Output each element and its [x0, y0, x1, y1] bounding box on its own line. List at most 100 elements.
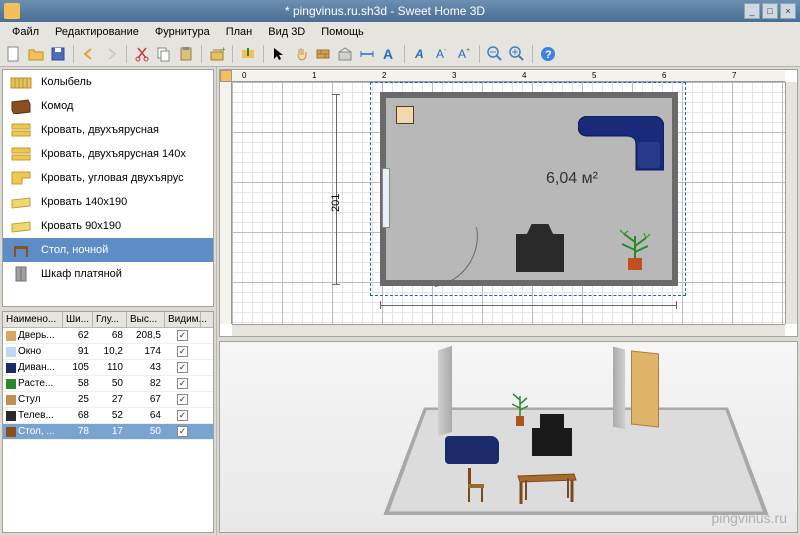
catalog-item-label: Кровать, двухъярусная 140x [41, 148, 186, 160]
add-furniture-button[interactable]: + [207, 44, 227, 64]
text-smaller-button[interactable]: A- [432, 44, 452, 64]
text-bigger-button[interactable]: A+ [454, 44, 474, 64]
furniture-catalog[interactable]: Колыбель Комод Кровать, двухъярусная Кро… [2, 69, 214, 307]
sofa-plan-item[interactable] [578, 116, 664, 172]
svg-text:+: + [466, 47, 470, 54]
table-row[interactable]: Стул 25 27 67 ✓ [3, 392, 213, 408]
tv-3d[interactable] [532, 428, 572, 456]
dimension-tool[interactable] [357, 44, 377, 64]
dimension-tick [332, 94, 340, 95]
visible-checkbox[interactable]: ✓ [177, 346, 188, 357]
dimension-line[interactable] [380, 305, 676, 306]
view-3d[interactable]: pingvinus.ru [219, 341, 798, 533]
col-height[interactable]: Выс... [127, 312, 165, 327]
window-plan-item[interactable] [382, 168, 390, 228]
chair-plan-item[interactable] [396, 106, 414, 124]
svg-text:A: A [383, 46, 393, 62]
menu-view3d[interactable]: Вид 3D [260, 24, 313, 40]
table-3d[interactable] [514, 472, 578, 506]
visible-checkbox[interactable]: ✓ [177, 362, 188, 373]
catalog-item[interactable]: Кровать 140x190 [3, 190, 213, 214]
menu-furniture[interactable]: Фурнитура [147, 24, 218, 40]
catalog-item[interactable]: Колыбель [3, 70, 213, 94]
catalog-item[interactable]: Комод [3, 94, 213, 118]
text-tool[interactable]: A [379, 44, 399, 64]
table-row[interactable]: Диван... 105 110 43 ✓ [3, 360, 213, 376]
maximize-button[interactable]: □ [762, 3, 778, 19]
cut-button[interactable] [132, 44, 152, 64]
catalog-item-label: Шкаф платяной [41, 268, 122, 280]
wall-right-3d [613, 347, 625, 430]
col-depth[interactable]: Глу... [93, 312, 127, 327]
plant-3d[interactable] [510, 390, 530, 426]
wall-left-3d [438, 346, 452, 437]
catalog-item[interactable]: Кровать 90x190 [3, 214, 213, 238]
import-button[interactable] [238, 44, 258, 64]
svg-text:A: A [436, 47, 444, 61]
new-button[interactable] [4, 44, 24, 64]
catalog-item[interactable]: Кровать, двухъярусная [3, 118, 213, 142]
bunk-bed-icon [9, 121, 33, 139]
catalog-item[interactable]: Стол, ночной [3, 238, 213, 262]
window-icon [6, 347, 16, 357]
catalog-item[interactable]: Шкаф платяной [3, 262, 213, 286]
table-row[interactable]: Дверь... 62 68 208,5 ✓ [3, 328, 213, 344]
menu-help[interactable]: Помощь [313, 24, 372, 40]
wardrobe-icon [9, 265, 33, 283]
catalog-item-label: Стол, ночной [41, 244, 108, 256]
open-button[interactable] [26, 44, 46, 64]
undo-button[interactable] [79, 44, 99, 64]
room-tool[interactable] [335, 44, 355, 64]
scrollbar-vertical[interactable] [785, 82, 797, 324]
ruler-vertical [220, 82, 232, 324]
menu-bar: Файл Редактирование Фурнитура План Вид 3… [0, 22, 800, 41]
zoom-in-button[interactable] [507, 44, 527, 64]
dimension-tick [676, 301, 677, 309]
sofa-3d[interactable] [445, 436, 499, 464]
col-width[interactable]: Ши... [63, 312, 93, 327]
minimize-button[interactable]: _ [744, 3, 760, 19]
catalog-item-label: Кровать 140x190 [41, 196, 127, 208]
pan-tool[interactable] [291, 44, 311, 64]
door-plan-item[interactable] [426, 227, 486, 287]
visible-checkbox[interactable]: ✓ [177, 426, 188, 437]
ruler-origin[interactable] [220, 70, 232, 82]
room[interactable] [380, 92, 678, 286]
help-button[interactable]: ? [538, 44, 558, 64]
menu-plan[interactable]: План [218, 24, 261, 40]
zoom-out-button[interactable] [485, 44, 505, 64]
scrollbar-horizontal[interactable] [232, 324, 785, 336]
visible-checkbox[interactable]: ✓ [177, 394, 188, 405]
catalog-item[interactable]: Кровать, двухъярусная 140x [3, 142, 213, 166]
plan-view[interactable]: 6,04 м² 201 0 1 2 3 4 5 6 7 [219, 69, 798, 337]
visible-checkbox[interactable]: ✓ [177, 378, 188, 389]
paste-button[interactable] [176, 44, 196, 64]
table-icon [6, 427, 16, 437]
col-name[interactable]: Наимено... [3, 312, 63, 327]
door-3d[interactable] [631, 351, 659, 428]
text-bold-button[interactable]: A [410, 44, 430, 64]
close-button[interactable]: × [780, 3, 796, 19]
copy-button[interactable] [154, 44, 174, 64]
catalog-item[interactable]: Кровать, угловая двухъярус [3, 166, 213, 190]
col-visible[interactable]: Видим... [165, 312, 201, 327]
visible-checkbox[interactable]: ✓ [177, 410, 188, 421]
table-row[interactable]: Расте... 58 50 82 ✓ [3, 376, 213, 392]
select-tool[interactable] [269, 44, 289, 64]
furniture-table[interactable]: Наимено... Ши... Глу... Выс... Видим... … [2, 311, 214, 533]
catalog-item-label: Кровать, угловая двухъярус [41, 172, 184, 184]
menu-edit[interactable]: Редактирование [47, 24, 147, 40]
menu-file[interactable]: Файл [4, 24, 47, 40]
table-row[interactable]: Телев... 68 52 64 ✓ [3, 408, 213, 424]
save-button[interactable] [48, 44, 68, 64]
plant-plan-item[interactable] [616, 228, 654, 270]
wall-tool[interactable] [313, 44, 333, 64]
table-row[interactable]: Стол, ... 78 17 50 ✓ [3, 424, 213, 440]
table-row[interactable]: Окно 91 10,2 174 ✓ [3, 344, 213, 360]
redo-button[interactable] [101, 44, 121, 64]
chair-3d[interactable] [466, 466, 488, 504]
table-header: Наимено... Ши... Глу... Выс... Видим... [3, 312, 213, 328]
dimension-line[interactable] [336, 94, 337, 284]
visible-checkbox[interactable]: ✓ [177, 330, 188, 341]
tv-plan-item[interactable] [516, 234, 564, 272]
